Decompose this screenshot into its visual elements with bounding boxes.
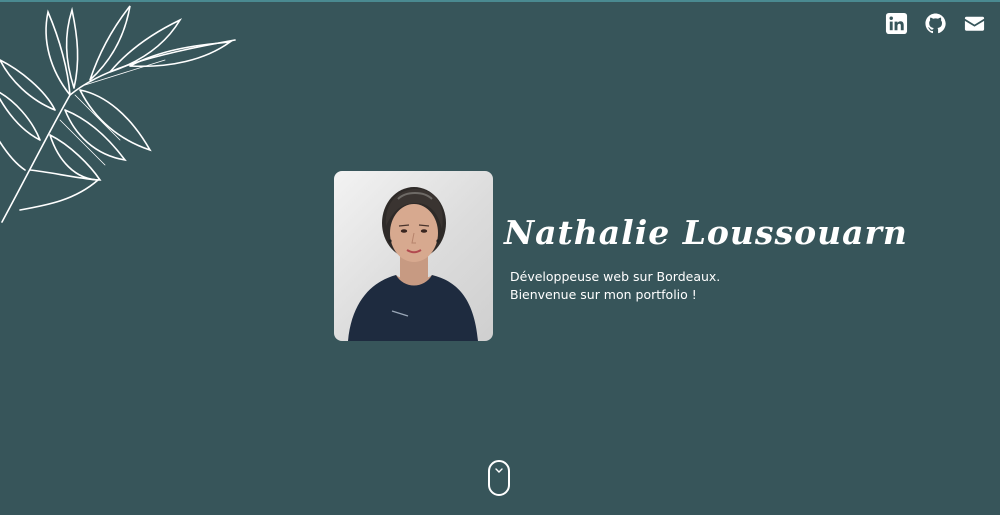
page-title: Nathalie Loussouarn [504,213,908,252]
mouse-scroll-icon [495,468,503,473]
tagline-line-2: Bienvenue sur mon portfolio ! [510,287,697,302]
envelope-icon [964,16,985,31]
profile-photo [334,171,493,341]
github-link[interactable] [924,12,947,35]
leaf-decoration-icon [0,5,236,223]
hero-section: Nathalie Loussouarn Développeuse web sur… [334,171,908,341]
github-icon [925,13,946,34]
linkedin-icon [885,12,908,35]
intro-block: Nathalie Loussouarn Développeuse web sur… [504,213,908,341]
linkedin-link[interactable] [885,12,908,35]
tagline: Développeuse web sur Bordeaux. Bienvenue… [510,268,908,304]
scroll-down-button[interactable] [488,460,510,496]
email-link[interactable] [963,12,986,35]
social-links [885,12,986,35]
tagline-line-1: Développeuse web sur Bordeaux. [510,269,721,284]
